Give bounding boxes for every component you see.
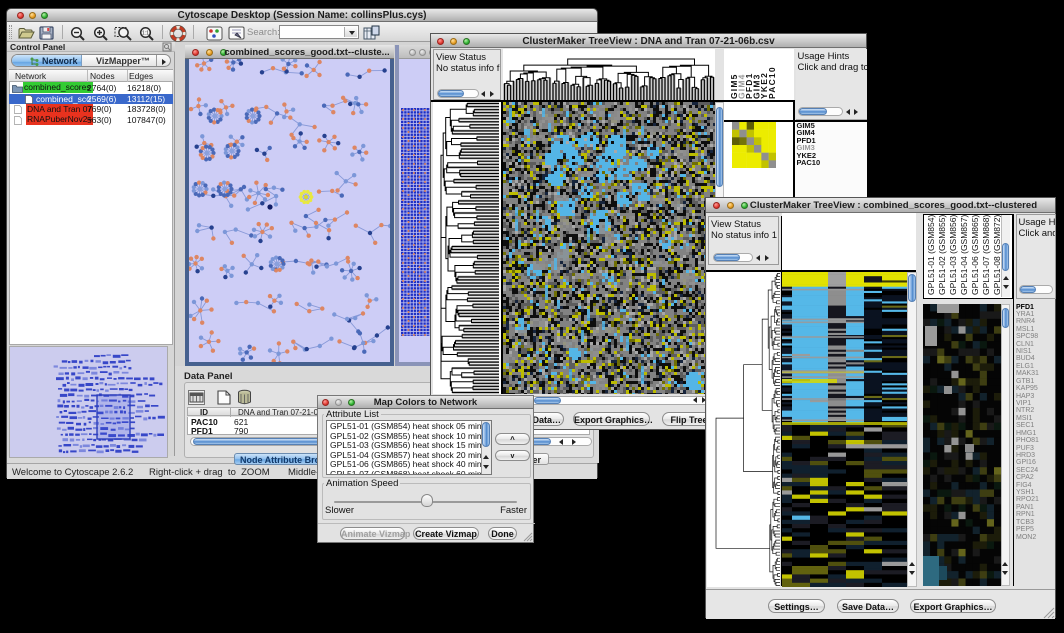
svg-text:GPL51-04 (GSM857): GPL51-04 (GSM857) bbox=[959, 215, 969, 295]
svg-text:GPL51-01 (GSM854): GPL51-01 (GSM854) bbox=[926, 215, 936, 295]
svg-text:GPL51-06 (GSM865): GPL51-06 (GSM865) bbox=[970, 215, 980, 295]
svg-text:GPL51-07 (GSM868): GPL51-07 (GSM868) bbox=[981, 215, 991, 295]
svg-text:GPL51-02 (GSM855): GPL51-02 (GSM855) bbox=[937, 215, 947, 295]
svg-text:GPL51-03 (GSM856): GPL51-03 (GSM856) bbox=[948, 215, 958, 295]
svg-text:PAC10: PAC10 bbox=[767, 66, 777, 99]
svg-text:1:1: 1:1 bbox=[142, 31, 149, 37]
